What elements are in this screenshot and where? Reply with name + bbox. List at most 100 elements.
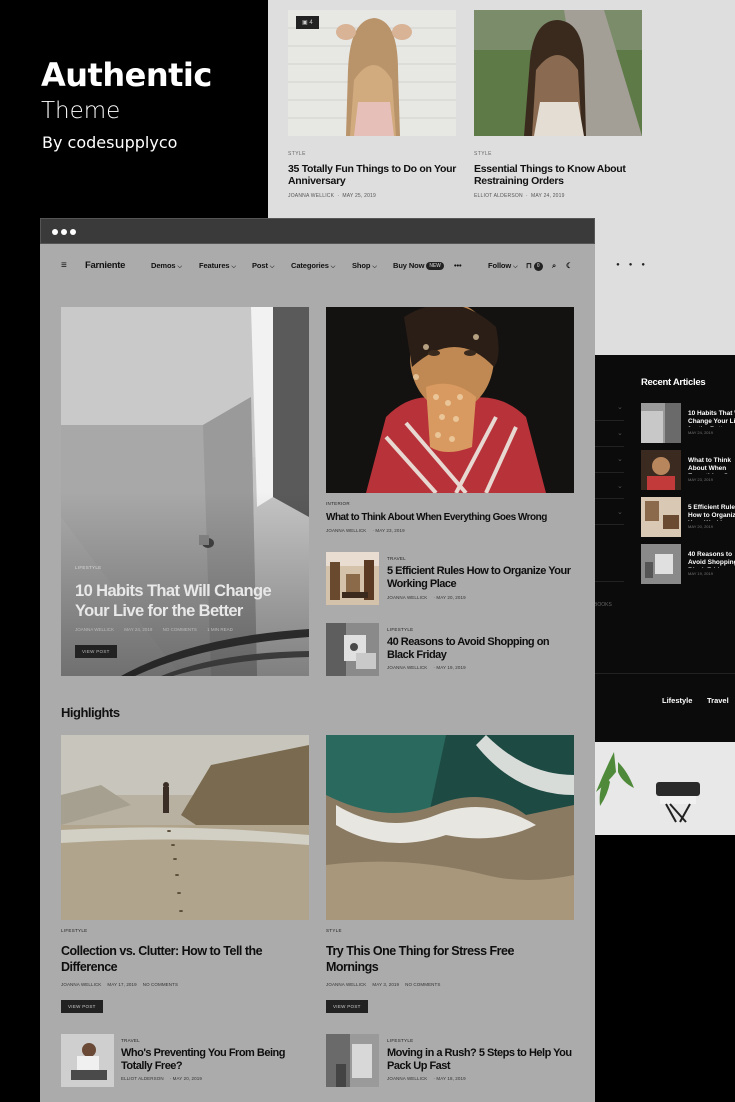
- recent-article-thumbnail[interactable]: [641, 497, 681, 537]
- post-card[interactable]: ▣ 4 STYLE 35 Totally Fun Things to Do on…: [288, 10, 456, 199]
- post-thumbnail[interactable]: [326, 1034, 379, 1087]
- recent-article[interactable]: What to Think About When Everything Goes…: [641, 450, 735, 490]
- nav-post[interactable]: Post ⌵: [252, 261, 274, 271]
- cart-count: 0: [533, 262, 543, 271]
- post-date: MAY 19, 2019: [436, 665, 466, 670]
- post-author[interactable]: JOANNA WELLICK: [387, 665, 427, 670]
- chevron-down-icon: ⌵: [330, 264, 336, 270]
- post-category[interactable]: LIFESTYLE: [387, 627, 413, 632]
- chevron-down-icon[interactable]: ⌄: [617, 429, 623, 437]
- hero-post-category[interactable]: LIFESTYLE: [75, 565, 101, 570]
- chevron-down-icon[interactable]: ⌄: [617, 508, 623, 516]
- post-category[interactable]: STYLE: [474, 151, 642, 157]
- post-category[interactable]: TRAVEL: [121, 1038, 140, 1043]
- facebook-icon[interactable]: ●: [616, 262, 620, 268]
- recent-article-title[interactable]: 10 Habits That Will Change Your Live for…: [688, 410, 735, 427]
- featured-post-image[interactable]: [326, 307, 574, 493]
- nav-demos[interactable]: Demos ⌵: [151, 261, 182, 271]
- recent-article-thumbnail[interactable]: [641, 450, 681, 490]
- search-icon[interactable]: ⌕: [552, 261, 556, 271]
- post-author[interactable]: ELLIOT ALDERSON: [121, 1076, 164, 1081]
- dark-mode-toggle-icon[interactable]: ☾: [566, 261, 573, 270]
- footer-nav-travel[interactable]: Travel: [707, 696, 729, 705]
- nav-label: Demos: [151, 261, 176, 270]
- post-author[interactable]: JOANNA WELLICK: [61, 982, 101, 987]
- post-thumbnail[interactable]: [61, 1034, 114, 1087]
- post-category[interactable]: TRAVEL: [387, 556, 406, 561]
- post-author[interactable]: JOANNA WELLICK: [288, 193, 334, 199]
- nav-label: Shop: [352, 261, 371, 270]
- site-logo[interactable]: Farniente: [85, 260, 125, 271]
- post-title[interactable]: Moving in a Rush? 5 Steps to Help You Pa…: [387, 1047, 573, 1073]
- post-title[interactable]: 35 Totally Fun Things to Do on Your Anni…: [288, 163, 456, 187]
- recent-article[interactable]: 40 Reasons to Avoid Shopping on Black Fr…: [641, 544, 735, 584]
- chevron-down-icon[interactable]: ⌄: [617, 482, 623, 490]
- post-meta: JOANNA WELLICK · MAY 18, 2019: [387, 1076, 466, 1081]
- post-title[interactable]: 5 Efficient Rules How to Organize Your W…: [387, 565, 573, 591]
- hero-post-title[interactable]: 10 Habits That Will Change Your Live for…: [75, 581, 290, 621]
- post-image[interactable]: ▣ 4: [288, 10, 456, 136]
- divider: [594, 472, 624, 473]
- post-thumbnail[interactable]: [326, 552, 379, 605]
- post-image[interactable]: [326, 735, 574, 920]
- post-meta: JOANNA WELLICK · MAY 20, 2019: [387, 595, 466, 600]
- post-title[interactable]: Collection vs. Clutter: How to Tell the …: [61, 943, 301, 975]
- post-author[interactable]: ELLIOT ALDERSON: [474, 193, 523, 199]
- view-post-button[interactable]: VIEW POST: [326, 1000, 368, 1013]
- view-post-button[interactable]: VIEW POST: [75, 645, 117, 658]
- post-author[interactable]: JOANNA WELLICK: [326, 982, 366, 987]
- post-author[interactable]: JOANNA WELLICK: [326, 528, 366, 533]
- recent-article-title[interactable]: 40 Reasons to Avoid Shopping on Black Fr…: [688, 551, 735, 568]
- post-category[interactable]: STYLE: [288, 151, 456, 157]
- window-dot: [52, 229, 58, 235]
- pinterest-icon[interactable]: ●: [641, 262, 645, 268]
- post-category[interactable]: LIFESTYLE: [61, 928, 87, 933]
- post-title[interactable]: 40 Reasons to Avoid Shopping on Black Fr…: [387, 636, 573, 662]
- post-comments[interactable]: NO COMMENTS: [163, 627, 197, 632]
- nav-shop[interactable]: Shop ⌵: [352, 261, 377, 271]
- post-image[interactable]: [61, 735, 309, 920]
- chevron-down-icon[interactable]: ⌄: [617, 403, 623, 411]
- site-header: ≡ Farniente Demos ⌵ Features ⌵ Post ⌵ Categ…: [40, 244, 595, 286]
- view-post-button[interactable]: VIEW POST: [61, 1000, 103, 1013]
- recent-article-title[interactable]: What to Think About When Everything Goes…: [688, 457, 735, 474]
- cart-button[interactable]: ⊓ 0: [526, 261, 543, 271]
- nav-buy-now[interactable]: Buy Now NEW: [393, 261, 444, 270]
- post-card[interactable]: STYLE Essential Things to Know About Res…: [474, 10, 642, 199]
- instagram-image[interactable]: [594, 742, 735, 835]
- post-author[interactable]: JOANNA WELLICK: [387, 595, 427, 600]
- post-category[interactable]: LIFESTYLE: [387, 1038, 413, 1043]
- background-screenshot-dark: Recent Articles ⌄ ⌄ ⌄ ⌄ ⌄ 10 Habits That…: [594, 355, 735, 835]
- post-thumbnail[interactable]: [326, 623, 379, 676]
- hamburger-menu-icon[interactable]: ≡: [61, 260, 67, 271]
- post-author[interactable]: JOANNA WELLICK: [75, 627, 114, 632]
- post-image[interactable]: [474, 10, 642, 136]
- featured-post-title[interactable]: What to Think About When Everything Goes…: [326, 512, 576, 524]
- recent-article-thumbnail[interactable]: [641, 544, 681, 584]
- featured-post-category[interactable]: INTERIOR: [326, 501, 350, 506]
- post-title[interactable]: Try This One Thing for Stress Free Morni…: [326, 943, 566, 975]
- chevron-down-icon[interactable]: ⌄: [617, 455, 623, 463]
- twitter-icon[interactable]: ●: [629, 262, 633, 268]
- recent-article[interactable]: 5 Efficient Rules How to Organize Your W…: [641, 497, 735, 537]
- recent-article-date: MAY 20, 2019: [688, 524, 713, 529]
- post-meta: JOANNA WELLICK · MAY 19, 2019: [387, 665, 466, 670]
- gallery-badge: ▣ 4: [296, 16, 319, 29]
- footer-nav-lifestyle[interactable]: Lifestyle: [662, 696, 692, 705]
- recent-article-date: MAY 24, 2019: [688, 430, 713, 435]
- recent-article-title[interactable]: 5 Efficient Rules How to Organize Your W…: [688, 504, 735, 521]
- post-meta: JOANNA WELLICK MAY 3, 2019 NO COMMENTS: [326, 982, 446, 987]
- browser-titlebar: [40, 218, 595, 244]
- post-comments[interactable]: NO COMMENTS: [143, 982, 178, 987]
- follow-button[interactable]: Follow ⌵: [488, 261, 518, 271]
- post-author[interactable]: JOANNA WELLICK: [387, 1076, 427, 1081]
- recent-article[interactable]: 10 Habits That Will Change Your Live for…: [641, 403, 735, 443]
- post-title[interactable]: Who's Preventing You From Being Totally …: [121, 1047, 307, 1073]
- post-title[interactable]: Essential Things to Know About Restraini…: [474, 163, 642, 187]
- nav-categories[interactable]: Categories ⌵: [291, 261, 335, 271]
- more-menu-icon[interactable]: •••: [454, 261, 462, 270]
- recent-article-thumbnail[interactable]: [641, 403, 681, 443]
- nav-features[interactable]: Features ⌵: [199, 261, 236, 271]
- post-comments[interactable]: NO COMMENTS: [405, 982, 440, 987]
- post-category[interactable]: STYLE: [326, 928, 342, 933]
